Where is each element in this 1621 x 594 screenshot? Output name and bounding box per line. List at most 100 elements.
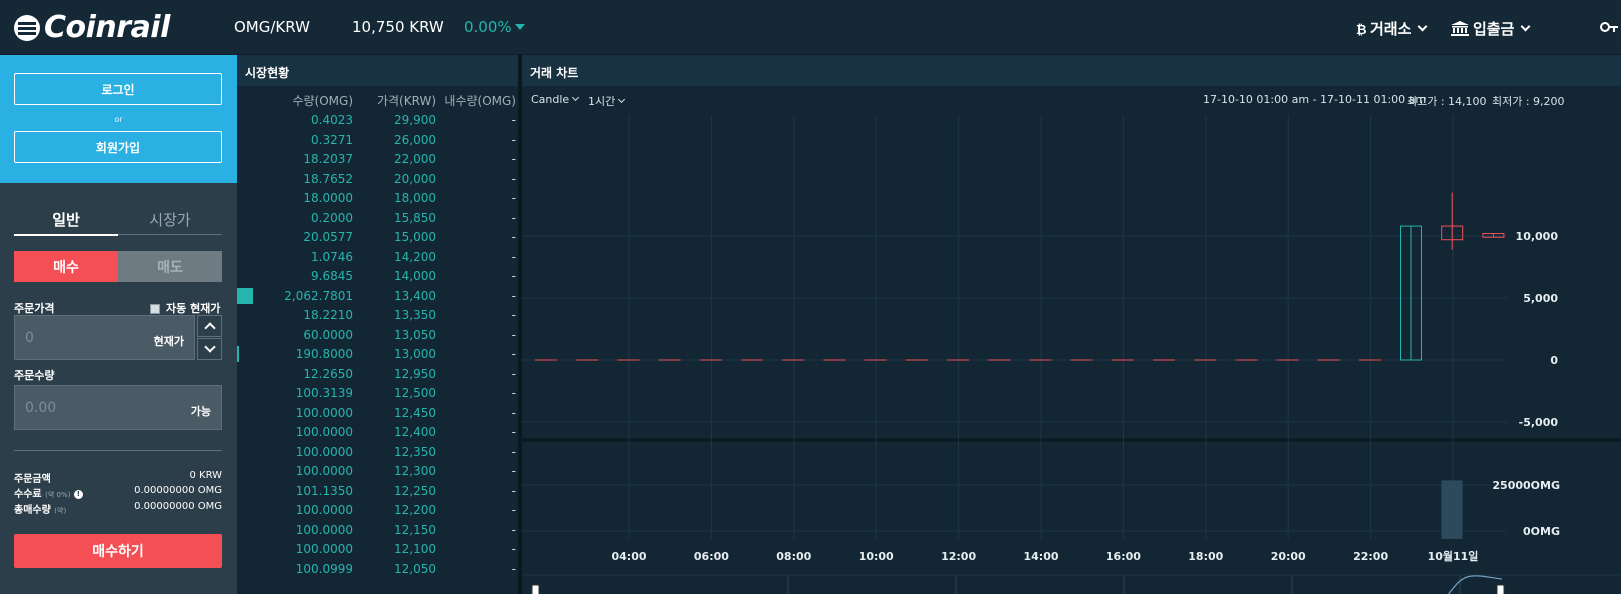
price-change-value: 0.00%	[464, 18, 512, 36]
row-price: 26,000	[394, 132, 436, 147]
order-book-row[interactable]: 18.7652 20,000 -	[237, 169, 522, 189]
chart-type-select[interactable]: Candle	[531, 93, 580, 106]
y-tick-label: 10,000	[1516, 230, 1559, 243]
volume-tick-label: 25000OMG	[1492, 479, 1560, 492]
order-book-row[interactable]: 100.0000 12,450 -	[237, 403, 522, 423]
submit-buy-button[interactable]: 매수하기	[14, 534, 222, 568]
current-price-suffix[interactable]: 현재가	[154, 333, 184, 349]
row-my-qty: -	[511, 444, 516, 459]
order-book-row[interactable]: 0.4023 29,900 -	[237, 110, 522, 130]
row-qty: 100.0000	[295, 522, 353, 537]
row-price: 12,950	[394, 366, 436, 381]
auto-price-checkbox[interactable]	[150, 304, 160, 314]
order-book-row[interactable]: 100.0000 12,150 -	[237, 520, 522, 540]
order-book-row[interactable]: 12.2650 12,950 -	[237, 364, 522, 384]
high-price: 최고가 : 14,100	[1407, 95, 1487, 108]
row-qty: 100.3139	[295, 386, 353, 400]
order-panel: 로그인 or 회원가입 일반 시장가 매수 매도 주문가격 자동 현재가 0 현…	[0, 55, 237, 594]
tab-market[interactable]: 시장가	[118, 209, 222, 230]
order-book-row[interactable]: 190.8000 13,000 -	[237, 344, 522, 364]
order-book-rows: 0.4023 29,900 - 0.3271 26,000 - 18.2037 22,000 -…	[237, 110, 522, 578]
row-price: 14,200	[394, 249, 436, 264]
order-book-row[interactable]: 0.2000 15,850 -	[237, 208, 522, 228]
depth-bar	[237, 346, 239, 362]
order-book-header: 수량(OMG) 가격(KRW) 내수량(OMG)	[237, 86, 522, 110]
order-amount-value: 0 KRW	[189, 470, 222, 481]
order-book-row[interactable]: 100.0000 12,100 -	[237, 539, 522, 559]
buy-tab-button[interactable]: 매수	[14, 251, 118, 282]
order-book-row[interactable]: 100.0000 12,350 -	[237, 442, 522, 462]
order-book-row[interactable]: 60.0000 13,050 -	[237, 325, 522, 345]
tab-general[interactable]: 일반	[14, 209, 118, 236]
x-tick-label: 22:00	[1353, 550, 1388, 563]
order-book-row[interactable]: 20.0577 15,000 -	[237, 227, 522, 247]
order-book-row[interactable]: 100.0000 12,300 -	[237, 461, 522, 481]
row-my-qty: -	[511, 191, 516, 205]
logo-mark-icon	[14, 14, 40, 41]
or-separator: or	[114, 115, 123, 124]
row-qty: 100.0000	[295, 503, 353, 517]
row-my-qty: -	[511, 308, 516, 322]
x-tick-label: 18:00	[1188, 550, 1223, 563]
row-my-qty: -	[511, 288, 516, 303]
row-my-qty: -	[511, 386, 516, 400]
coinrail-logo[interactable]: Coinrail	[14, 10, 170, 45]
signup-button[interactable]: 회원가입	[14, 131, 222, 163]
key-icon[interactable]	[1600, 20, 1618, 34]
row-price: 20,000	[394, 171, 436, 186]
price-down-button[interactable]	[197, 338, 222, 360]
order-book-row[interactable]: 0.3271 26,000 -	[237, 130, 522, 150]
row-my-qty: -	[511, 425, 516, 439]
price-up-button[interactable]	[197, 315, 222, 337]
x-tick-label: 08:00	[776, 550, 811, 563]
interval-select[interactable]: 1시간	[588, 93, 626, 109]
order-book-row[interactable]: 18.2037 22,000 -	[237, 149, 522, 169]
row-price: 14,000	[394, 269, 436, 283]
row-qty: 18.2037	[303, 152, 353, 166]
order-book-row[interactable]: 18.2210 13,350 -	[237, 305, 522, 325]
order-book-row[interactable]: 100.3139 12,500 -	[237, 383, 522, 403]
volume-tick-label: 0OMG	[1523, 525, 1560, 538]
sell-tab-button[interactable]: 매도	[118, 251, 222, 282]
row-my-qty: -	[511, 327, 516, 342]
order-book-row[interactable]: 18.0000 18,000 -	[237, 188, 522, 208]
row-qty: 1.0746	[311, 249, 353, 264]
login-button[interactable]: 로그인	[14, 73, 222, 105]
fee-note: (약 0%)	[45, 491, 71, 499]
order-book-row[interactable]: 1.0746 14,200 -	[237, 247, 522, 267]
available-suffix[interactable]: 가능	[191, 403, 211, 419]
row-qty: 101.1350	[295, 483, 353, 498]
row-my-qty: -	[511, 113, 516, 127]
order-book-row[interactable]: 100.0000 12,200 -	[237, 500, 522, 520]
row-price: 12,200	[394, 503, 436, 517]
total-qty-value: 0.00000000 OMG	[134, 501, 222, 512]
row-price: 22,000	[394, 152, 436, 166]
y-tick-label: 5,000	[1523, 292, 1558, 305]
row-my-qty: -	[511, 347, 516, 361]
order-book-row[interactable]: 2,062.7801 13,400 -	[237, 286, 522, 306]
row-price: 15,850	[394, 210, 436, 225]
order-qty-input[interactable]: 0.00 가능	[14, 385, 222, 430]
order-book-row[interactable]: 101.1350 12,250 -	[237, 481, 522, 501]
row-my-qty: -	[511, 405, 516, 420]
order-type-tabs: 일반 시장가	[14, 203, 222, 236]
nav-exchange[interactable]: ₿ 거래소	[1356, 18, 1428, 39]
row-qty: 20.0577	[303, 230, 353, 244]
fee-value: 0.00000000 OMG	[134, 485, 222, 496]
row-my-qty: -	[511, 542, 516, 556]
info-icon[interactable]: !	[73, 490, 83, 499]
order-book-panel: 시장현황 수량(OMG) 가격(KRW) 내수량(OMG) 0.4023 29,9…	[237, 55, 522, 594]
row-qty: 12.2650	[303, 366, 353, 381]
order-book-row[interactable]: 100.0999 12,050 -	[237, 559, 522, 579]
market-pair: OMG/KRW	[234, 18, 310, 36]
nav-deposit-withdraw[interactable]: 입출금	[1451, 18, 1531, 39]
x-tick-label: 10:00	[859, 550, 894, 563]
col-qty: 수량(OMG)	[292, 94, 353, 108]
order-price-input[interactable]: 0 현재가	[14, 315, 195, 360]
row-price: 12,350	[394, 444, 436, 459]
col-price: 가격(KRW)	[376, 94, 436, 108]
candlestick-chart[interactable]: 04:00 06:00 08:00 10:00 12:00 14:00 16:00 18:00…	[522, 109, 1621, 594]
order-book-row[interactable]: 9.6845 14,000 -	[237, 266, 522, 286]
order-book-row[interactable]: 100.0000 12,400 -	[237, 422, 522, 442]
caret-down-icon	[514, 24, 525, 30]
